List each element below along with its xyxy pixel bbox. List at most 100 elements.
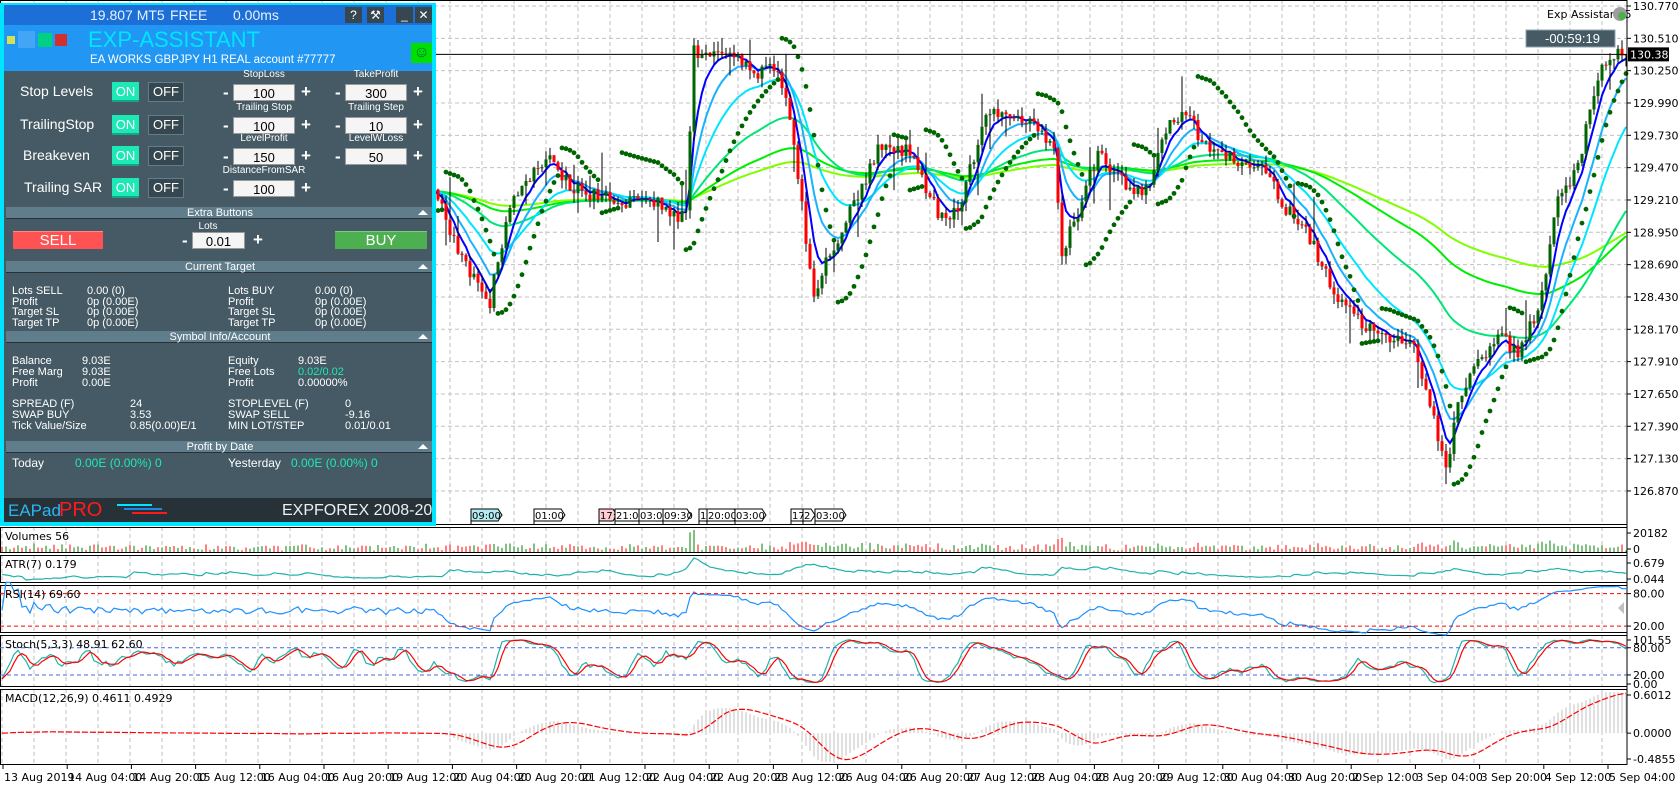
sar-dot (555, 173, 561, 178)
candle-body (1248, 163, 1252, 168)
event-tag[interactable]: 2 (802, 508, 816, 525)
value-input[interactable]: 50 (345, 148, 407, 165)
value-input[interactable]: 100 (233, 180, 295, 197)
value-input[interactable]: 300 (345, 84, 407, 101)
value-input[interactable]: 150 (233, 148, 295, 165)
event-tag[interactable]: 03:00 (734, 508, 767, 525)
sar-dot (663, 166, 669, 172)
sar-dot (887, 173, 893, 179)
sar-dot (551, 180, 557, 185)
candle-body (776, 70, 780, 73)
increment-button[interactable]: + (301, 147, 311, 164)
event-tag-label: 01:00 (535, 511, 564, 522)
sell-button[interactable]: SELL (13, 231, 103, 249)
candle-body (488, 298, 492, 309)
panel-titlebar[interactable]: 19.807 MT5 FREE 0.00ms ? ⚒ _ ✕ (4, 5, 432, 25)
settings-tools-icon[interactable]: ⚒ (367, 7, 384, 23)
off-button[interactable]: OFF (148, 115, 184, 135)
section-current-target[interactable]: Current Target (6, 261, 432, 273)
event-tag[interactable]: 17: (598, 508, 618, 525)
sar-dot (959, 175, 965, 181)
sar-dot (819, 187, 825, 193)
decrement-button[interactable]: - (335, 117, 341, 134)
section-extra-buttons[interactable]: Extra Buttons (6, 207, 432, 219)
sar-dot (1315, 192, 1321, 198)
close-button[interactable]: ✕ (415, 7, 432, 23)
collapse-arrow-icon[interactable] (418, 210, 428, 215)
sar-dot (783, 36, 789, 42)
off-button[interactable]: OFF (148, 178, 184, 198)
collapse-arrow-icon[interactable] (418, 334, 428, 339)
minimize-button[interactable]: _ (396, 7, 413, 23)
sar-dot (1415, 318, 1421, 324)
blue-square-icon[interactable] (18, 31, 35, 48)
collapse-arrow-icon[interactable] (418, 264, 428, 269)
sar-dot (943, 144, 949, 150)
sar-dot (1075, 161, 1081, 167)
decrement-button[interactable]: - (335, 148, 341, 165)
on-button[interactable]: ON (112, 115, 139, 135)
value-input[interactable]: 100 (233, 84, 295, 101)
increment-button[interactable]: + (301, 83, 311, 100)
off-button[interactable]: OFF (148, 82, 184, 102)
lots-plus-button[interactable]: + (253, 231, 263, 248)
on-button[interactable]: ON (112, 146, 139, 166)
increment-button[interactable]: + (413, 147, 423, 164)
candle-body (1432, 406, 1436, 416)
event-tag-label: 09:30 (664, 511, 693, 522)
candle-body (1020, 115, 1024, 123)
candle-body (524, 181, 528, 186)
on-button[interactable]: ON (112, 82, 139, 102)
candle-body (1024, 122, 1028, 124)
sar-dot (1607, 109, 1613, 115)
collapse-arrow-icon[interactable] (418, 444, 428, 449)
decrement-button[interactable]: - (223, 180, 229, 197)
candle-body (1164, 133, 1168, 140)
increment-button[interactable]: + (413, 83, 423, 100)
decrement-button[interactable]: - (335, 84, 341, 101)
event-tag[interactable]: 01:00 (533, 508, 566, 525)
candle-body (624, 205, 628, 208)
red-square-icon[interactable] (55, 34, 67, 46)
candle-body (1608, 59, 1612, 66)
decrement-button[interactable]: - (223, 84, 229, 101)
off-button[interactable]: OFF (148, 146, 184, 166)
help-button[interactable]: ? (345, 7, 362, 23)
lots-input[interactable]: 0.01 (192, 232, 245, 249)
candle-body (1516, 345, 1520, 358)
event-tag[interactable]: 09:00 (470, 508, 503, 525)
value-input[interactable]: 10 (345, 117, 407, 134)
on-button[interactable]: ON (112, 178, 139, 198)
increment-button[interactable]: + (301, 116, 311, 133)
event-tag[interactable]: 03:00 (814, 508, 847, 525)
section-profit-by-date[interactable]: Profit by Date (6, 441, 432, 453)
sar-dot (483, 227, 489, 233)
decrement-button[interactable]: - (223, 117, 229, 134)
sar-dot (1143, 146, 1149, 152)
candle-body (548, 155, 552, 160)
candle-body (552, 155, 556, 163)
value-input[interactable]: 100 (233, 117, 295, 134)
decrement-button[interactable]: - (223, 148, 229, 165)
sar-dot (1215, 85, 1221, 91)
increment-button[interactable]: + (413, 116, 423, 133)
sar-dot (971, 222, 977, 228)
pane-scroll-marker[interactable] (1618, 602, 1624, 614)
candle-body (792, 119, 796, 145)
sar-dot (875, 212, 881, 218)
buy-button[interactable]: BUY (335, 231, 427, 249)
smiley-status-icon[interactable]: ☺ (411, 43, 432, 63)
candle-body (812, 268, 816, 297)
event-tag[interactable]: 20:00 (706, 508, 739, 525)
sar-dot (747, 110, 753, 115)
candle-body (796, 144, 800, 180)
candle-body (868, 163, 872, 184)
increment-button[interactable]: + (301, 179, 311, 196)
yellow-square-icon[interactable] (7, 36, 15, 44)
event-tag[interactable]: 09:30 (662, 508, 693, 525)
section-symbol-info[interactable]: Symbol Info/Account (6, 331, 432, 343)
pane-border-atr (0, 555, 1628, 583)
green-square-icon[interactable] (38, 33, 52, 47)
lots-minus-button[interactable]: - (182, 232, 188, 249)
candle-body (1276, 181, 1280, 200)
